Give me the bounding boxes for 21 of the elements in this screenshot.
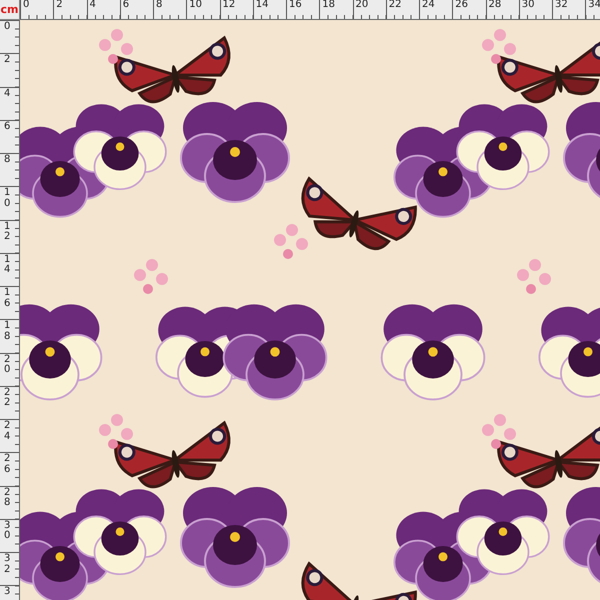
ruler-label: 14 <box>256 0 268 10</box>
ruler-label: 8 <box>4 155 12 166</box>
ruler-label: 22 <box>4 388 12 409</box>
ruler-label: 20 <box>4 354 12 376</box>
ruler-label: 16 <box>4 288 12 309</box>
ruler-label: 14 <box>4 254 12 276</box>
ruler-label: 3 <box>4 587 12 598</box>
ruler-label: 26 <box>4 454 12 476</box>
ruler-label: 4 <box>90 0 96 10</box>
ruler-label: 28 <box>4 488 12 508</box>
unit-label: cm <box>0 3 18 16</box>
ruler-label: 30 <box>4 520 12 542</box>
ruler-label: 10 <box>4 188 12 210</box>
ruler-label: 18 <box>4 321 12 342</box>
ruler-label: 32 <box>4 554 12 575</box>
ruler-label: 2 <box>4 55 12 66</box>
ruler-label: 24 <box>4 421 12 442</box>
ruler-label: 6 <box>4 122 12 132</box>
ruler-label: 0 <box>4 22 12 32</box>
ruler-label: 4 <box>4 88 12 99</box>
ruler-label: 12 <box>4 222 12 242</box>
